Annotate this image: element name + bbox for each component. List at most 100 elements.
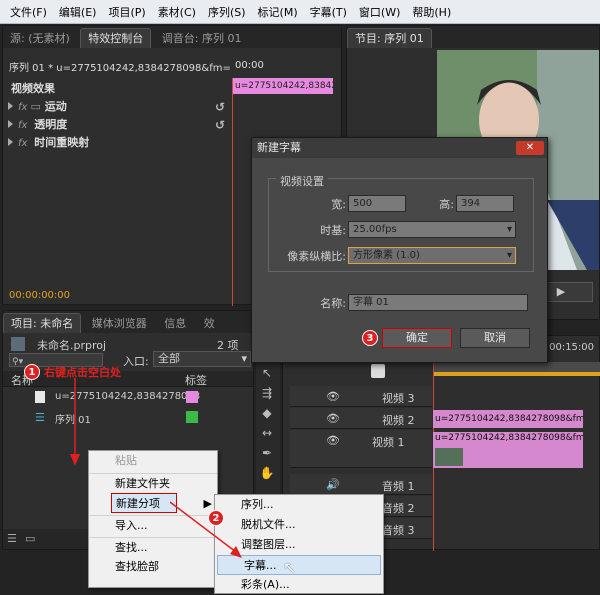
- ok-button[interactable]: 确定: [382, 328, 452, 348]
- track-label: 视频 2: [382, 414, 415, 427]
- label-color-swatch[interactable]: [186, 411, 198, 423]
- menu-project[interactable]: 项目(P): [102, 4, 151, 20]
- tab-effect-controls[interactable]: 特效控制台: [80, 28, 152, 48]
- chevron-down-icon: ▾: [506, 250, 512, 261]
- pixel-aspect-select[interactable]: 方形像素 (1.0) ▾: [348, 247, 516, 264]
- timebase-label: 时基:: [320, 224, 346, 237]
- clip-thumbnail: [435, 448, 463, 466]
- project-tab-bar: 项目: 未命名 媒体浏览器 信息 效: [3, 311, 253, 333]
- expand-triangle-icon[interactable]: [8, 120, 13, 128]
- video-effects-header: 视频效果: [11, 82, 55, 95]
- playhead-line: [232, 78, 233, 306]
- track-label: 视频 3: [382, 392, 415, 405]
- speaker-icon[interactable]: 🔊: [326, 478, 340, 491]
- track-label: 视频 1: [372, 436, 405, 449]
- track-video-2[interactable]: 👁 视频 2: [290, 408, 432, 429]
- pen-tool-icon[interactable]: ✒: [258, 444, 276, 462]
- track-video-1[interactable]: 👁 视频 1: [290, 430, 432, 468]
- timeline-clip-v1[interactable]: u=2775104242,8384278098&fm=26 透明度:透: [433, 432, 583, 446]
- cancel-button[interactable]: 取消: [460, 328, 530, 348]
- tab-project[interactable]: 项目: 未命名: [3, 313, 82, 333]
- timeline-clip-v2[interactable]: u=2775104242,8384278098&fm=26: [433, 410, 583, 428]
- tab-program[interactable]: 节目: 序列 01: [347, 28, 432, 48]
- project-item-image[interactable]: u=2775104242,8384278098: [3, 389, 253, 407]
- source-tab-bar: 源: (无素材) 特效控制台 调音台: 序列 01: [3, 26, 341, 48]
- timeline-clip-v1-body[interactable]: [433, 446, 583, 468]
- fx-icon: fx: [18, 102, 28, 113]
- menu-item-find-face[interactable]: 查找脸部: [89, 557, 217, 577]
- menu-file[interactable]: 文件(F): [4, 4, 53, 20]
- sequence-icon: ☰: [35, 411, 45, 424]
- project-filename: 未命名.prproj: [37, 339, 107, 352]
- fx-row-motion[interactable]: fx ▭ 运动 ↺: [3, 98, 231, 116]
- image-file-icon: [35, 391, 45, 403]
- submenu-item-bars-tone[interactable]: 彩条(A)...: [215, 575, 383, 595]
- eye-icon[interactable]: 👁: [326, 434, 340, 447]
- menu-help[interactable]: 帮助(H): [406, 4, 457, 20]
- par-label: 像素纵横比:: [287, 250, 346, 263]
- menu-marker[interactable]: 标记(M): [252, 4, 304, 20]
- menu-item-new-item[interactable]: 新建分项 ▶: [111, 493, 212, 513]
- entry-select[interactable]: 全部 ▾: [153, 351, 251, 367]
- current-time-display[interactable]: 00:00:00:00: [9, 290, 109, 304]
- menu-item-paste[interactable]: 粘贴: [89, 451, 217, 471]
- fx-clip-bar[interactable]: u=2775104242,8384278: [233, 78, 333, 94]
- item-count: 2 项: [217, 339, 239, 352]
- track-video-3[interactable]: 👁 视频 3: [290, 386, 432, 407]
- motion-icon: ▭: [30, 100, 41, 113]
- fx-icon: fx: [18, 120, 28, 131]
- column-tag[interactable]: 标签: [185, 372, 207, 388]
- search-icon: ⚲▾: [12, 357, 24, 367]
- reset-icon[interactable]: ↺: [215, 116, 225, 134]
- track-audio-1[interactable]: 🔊 音频 1: [290, 474, 432, 495]
- title-name-field[interactable]: 字幕 01: [348, 294, 528, 311]
- tab-media-browser[interactable]: 媒体浏览器: [85, 314, 154, 334]
- track-label: 音频 2: [382, 502, 415, 515]
- fx-timecode: 00:00: [235, 60, 264, 71]
- timebase-select[interactable]: 25.00fps ▾: [348, 221, 516, 238]
- work-area-bar[interactable]: [433, 372, 600, 376]
- fx-row-opacity[interactable]: fx 透明度 ↺: [3, 116, 231, 134]
- label-color-swatch[interactable]: [186, 391, 198, 403]
- track-label: 音频 3: [382, 524, 415, 537]
- close-icon[interactable]: ✕: [516, 141, 544, 155]
- menu-window[interactable]: 窗口(W): [353, 4, 406, 20]
- menu-edit[interactable]: 编辑(E): [53, 4, 103, 20]
- width-label: 宽:: [331, 198, 346, 211]
- tab-audio-mixer[interactable]: 调音台: 序列 01: [155, 29, 249, 49]
- razor-tool-icon[interactable]: ◆: [258, 404, 276, 422]
- height-field[interactable]: 394: [456, 195, 514, 212]
- expand-triangle-icon[interactable]: [8, 138, 13, 146]
- menu-bar: 文件(F) 编辑(E) 项目(P) 素材(C) 序列(S) 标记(M) 字幕(T…: [0, 0, 600, 24]
- menu-item-new-folder[interactable]: 新建文件夹: [89, 473, 217, 493]
- snap-icon[interactable]: [371, 364, 385, 378]
- expand-triangle-icon[interactable]: [8, 102, 13, 110]
- track-select-tool-icon[interactable]: ⇶: [258, 384, 276, 402]
- tab-effects[interactable]: 效: [197, 314, 222, 334]
- menu-title[interactable]: 字幕(T): [304, 4, 353, 20]
- hand-tool-icon[interactable]: ✋: [258, 464, 276, 482]
- step-badge-1: 1: [24, 364, 40, 380]
- icon-view-icon[interactable]: ▭: [25, 532, 35, 545]
- mouse-cursor-icon: ↖: [283, 558, 297, 577]
- fx-row-time-remap[interactable]: fx 时间重映射: [3, 134, 231, 152]
- list-view-icon[interactable]: ☰: [7, 532, 17, 545]
- slip-tool-icon[interactable]: ↔: [258, 424, 276, 442]
- step-badge-3: 3: [362, 330, 378, 346]
- selection-tool-icon[interactable]: ↖: [258, 364, 276, 382]
- width-field[interactable]: 500: [348, 195, 406, 212]
- group-label: 视频设置: [276, 173, 328, 189]
- track-label: 音频 1: [382, 480, 415, 493]
- chevron-down-icon: ▾: [241, 352, 247, 365]
- tab-info[interactable]: 信息: [157, 314, 193, 334]
- project-item-sequence[interactable]: ☰ 序列 01: [3, 409, 253, 427]
- menu-sequence[interactable]: 序列(S): [202, 4, 252, 20]
- menu-clip[interactable]: 素材(C): [152, 4, 202, 20]
- sequence-label: 序列 01 * u=2775104242,8384278098&fm=26...: [9, 63, 231, 74]
- eye-icon[interactable]: 👁: [326, 390, 340, 403]
- annotation-arrow: [70, 378, 80, 466]
- tab-source[interactable]: 源: (无素材): [3, 29, 77, 49]
- project-file-icon: [11, 337, 25, 351]
- reset-icon[interactable]: ↺: [215, 98, 225, 116]
- eye-icon[interactable]: 👁: [326, 412, 340, 425]
